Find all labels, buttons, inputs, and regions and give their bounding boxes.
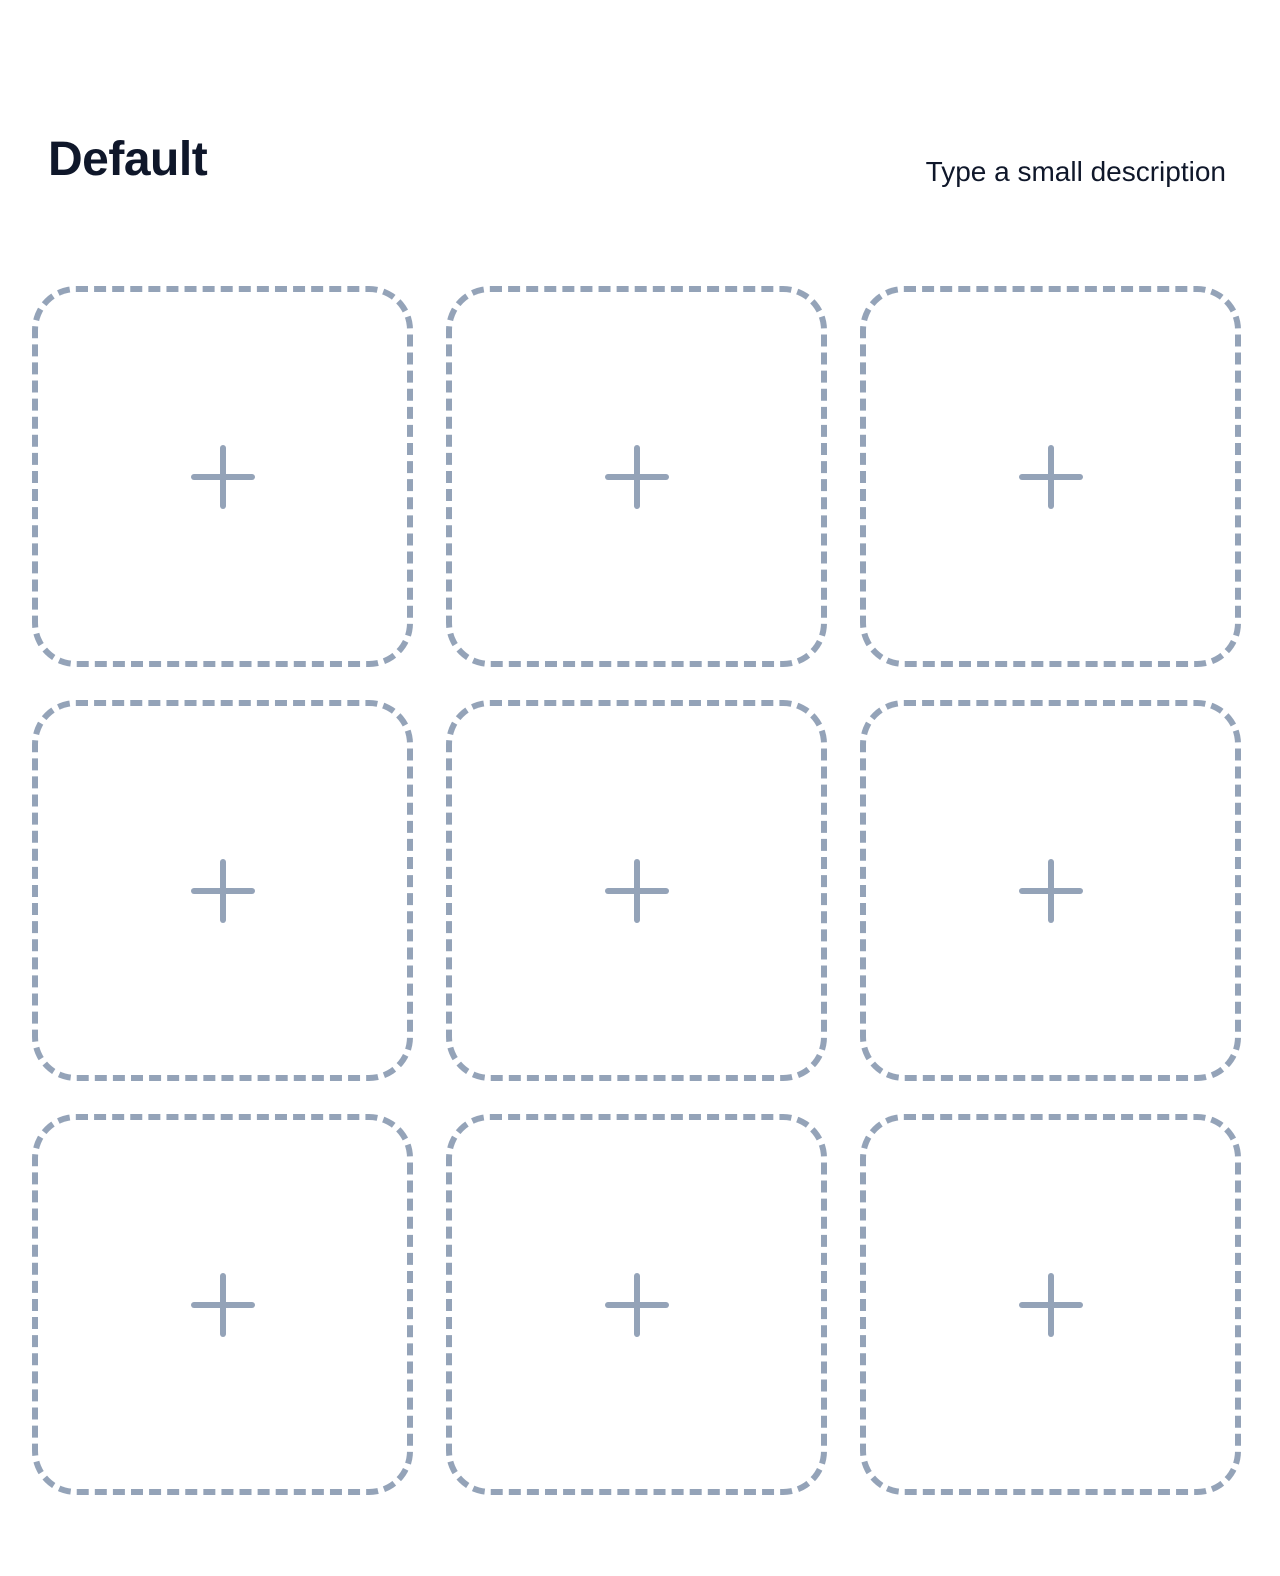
add-tile-button[interactable] — [32, 1114, 413, 1495]
add-tile-button[interactable] — [32, 700, 413, 1081]
add-tile-button[interactable] — [446, 700, 827, 1081]
plus-icon — [190, 858, 255, 923]
plus-icon — [1018, 1272, 1083, 1337]
add-tile-button[interactable] — [32, 286, 413, 667]
add-tile-button[interactable] — [860, 1114, 1241, 1495]
plus-icon — [604, 1272, 669, 1337]
add-tile-button[interactable] — [446, 286, 827, 667]
add-tile-grid — [32, 286, 1244, 1495]
add-tile-button[interactable] — [860, 286, 1241, 667]
add-tile-button[interactable] — [446, 1114, 827, 1495]
plus-icon — [1018, 444, 1083, 509]
plus-icon — [190, 444, 255, 509]
page-title: Default — [48, 133, 208, 186]
page-header: Default Type a small description — [48, 128, 1226, 198]
page-description: Type a small description — [925, 156, 1226, 187]
plus-icon — [604, 858, 669, 923]
add-tile-button[interactable] — [860, 700, 1241, 1081]
plus-icon — [190, 1272, 255, 1337]
plus-icon — [604, 444, 669, 509]
plus-icon — [1018, 858, 1083, 923]
